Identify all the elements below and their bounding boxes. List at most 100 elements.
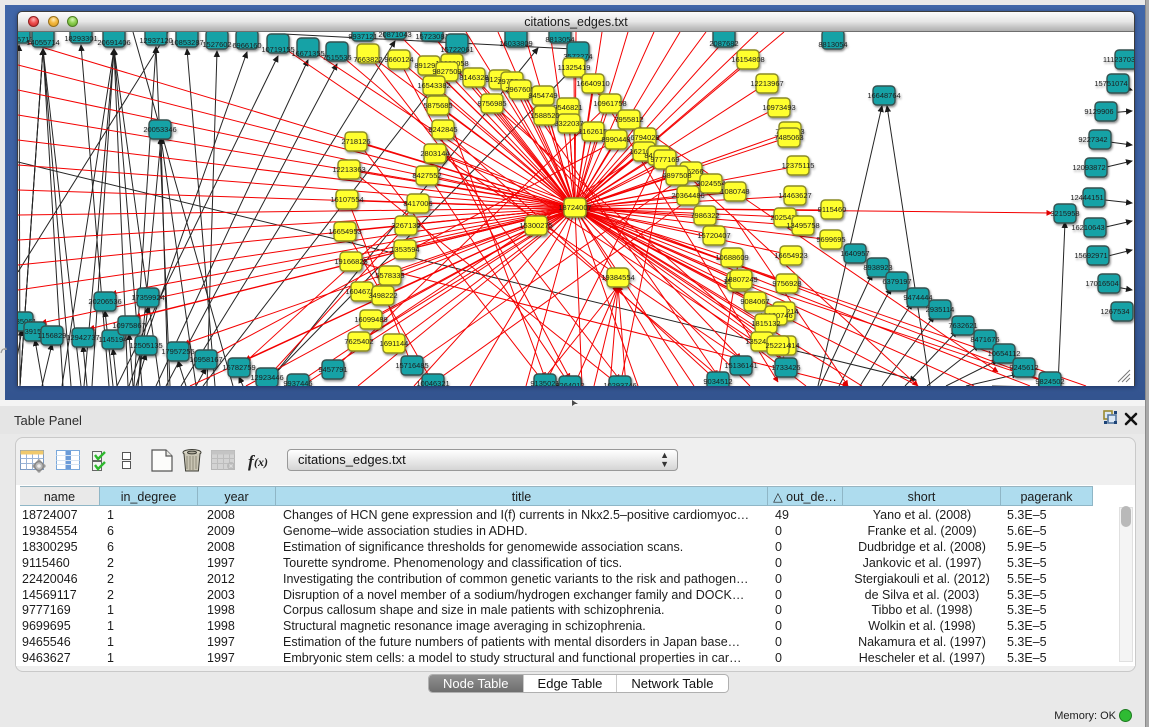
svg-text:9084067: 9084067	[740, 297, 769, 306]
svg-text:9827509: 9827509	[432, 67, 461, 76]
svg-text:9457791: 9457791	[318, 365, 347, 374]
svg-text:16640910: 16640910	[576, 79, 609, 88]
svg-text:12213363: 12213363	[332, 165, 365, 174]
svg-text:14463627: 14463627	[778, 191, 811, 200]
svg-text:6794028: 6794028	[630, 133, 659, 142]
svg-text:3215958: 3215958	[1050, 209, 1079, 218]
svg-text:18724007: 18724007	[558, 203, 591, 212]
svg-text:15722061: 15722061	[440, 45, 473, 54]
svg-text:8471676: 8471676	[970, 335, 999, 344]
svg-text:1156829: 1156829	[38, 331, 67, 340]
svg-text:7515536: 7515536	[322, 53, 351, 62]
svg-text:16671355: 16671355	[291, 49, 324, 58]
svg-text:16543382: 16543382	[417, 81, 450, 90]
svg-text:7986322: 7986322	[690, 211, 719, 220]
svg-text:16648764: 16648764	[867, 91, 900, 100]
svg-text:9242845: 9242845	[428, 125, 457, 134]
svg-text:20691406: 20691406	[97, 38, 130, 47]
svg-text:8146328: 8146328	[459, 73, 488, 82]
svg-text:18293301: 18293301	[64, 34, 97, 43]
svg-text:5875685: 5875685	[423, 101, 452, 110]
svg-text:9937121: 9937121	[348, 32, 377, 41]
svg-text:(x): (x)	[254, 455, 268, 469]
svg-text:3267130: 3267130	[391, 221, 420, 230]
svg-text:11123703: 11123703	[1103, 55, 1134, 64]
svg-text:16107554: 16107554	[330, 195, 363, 204]
svg-text:16654923: 16654923	[774, 251, 807, 260]
svg-text:7485063: 7485063	[774, 133, 803, 142]
svg-text:7632621: 7632621	[948, 321, 977, 330]
svg-text:16033809: 16033809	[499, 39, 532, 48]
svg-text:12937120: 12937120	[139, 36, 172, 45]
svg-text:8454749: 8454749	[528, 91, 557, 100]
svg-text:9129906: 9129906	[1084, 107, 1113, 116]
svg-text:11325419: 11325419	[558, 63, 591, 72]
svg-text:19384554: 19384554	[601, 273, 634, 282]
svg-text:16154808: 16154808	[731, 55, 764, 64]
svg-text:9777169: 9777169	[650, 155, 679, 164]
svg-text:15720407: 15720407	[697, 231, 730, 240]
svg-text:7955812: 7955812	[614, 115, 643, 124]
svg-text:8813054: 8813054	[818, 40, 847, 49]
svg-text:14055714: 14055714	[26, 38, 59, 47]
svg-text:1640957: 1640957	[840, 249, 869, 258]
svg-text:2803144: 2803144	[420, 149, 449, 158]
svg-text:1145194: 1145194	[99, 335, 128, 344]
svg-text:12375115: 12375115	[782, 161, 815, 170]
svg-text:1691144: 1691144	[380, 339, 409, 348]
svg-text:10293746: 10293746	[603, 381, 636, 386]
svg-text:8756985: 8756985	[477, 99, 506, 108]
svg-text:2718126: 2718126	[341, 137, 370, 146]
svg-text:3498222: 3498222	[368, 291, 397, 300]
svg-text:15751074: 15751074	[1094, 79, 1127, 88]
svg-text:10654112: 10654112	[988, 349, 1021, 358]
svg-text:6897508: 6897508	[662, 171, 691, 180]
svg-text:15716485: 15716485	[395, 361, 428, 370]
svg-text:12093872: 12093872	[1072, 163, 1105, 172]
svg-text:17016504: 17016504	[1085, 279, 1118, 288]
svg-text:8417006: 8417006	[403, 199, 432, 208]
svg-text:7663822: 7663822	[353, 55, 382, 64]
svg-text:10688609: 10688609	[715, 253, 748, 262]
svg-text:10973493: 10973493	[762, 103, 795, 112]
svg-text:9660124: 9660124	[384, 55, 413, 64]
svg-text:1353594: 1353594	[390, 245, 419, 254]
svg-text:8938923: 8938923	[863, 263, 892, 272]
svg-text:1267534: 1267534	[1100, 307, 1129, 316]
svg-text:9034512: 9034512	[703, 377, 732, 386]
svg-text:13495758: 13495758	[786, 221, 819, 230]
svg-text:18807249: 18807249	[724, 275, 757, 284]
svg-text:10853287: 10853287	[170, 38, 203, 47]
svg-text:12923446: 12923446	[250, 373, 283, 382]
svg-text:16782759: 16782759	[222, 363, 255, 372]
svg-text:9699695: 9699695	[816, 235, 845, 244]
svg-text:10958167: 10958167	[189, 355, 222, 364]
svg-text:9115460: 9115460	[818, 205, 847, 214]
svg-text:12505135: 12505135	[129, 341, 162, 350]
svg-text:15300275: 15300275	[519, 221, 552, 230]
svg-text:9756928: 9756928	[772, 279, 801, 288]
svg-text:9937446: 9937446	[283, 379, 312, 386]
svg-text:20053346: 20053346	[143, 125, 176, 134]
svg-text:1527602: 1527602	[202, 40, 231, 49]
svg-text:16210643: 16210643	[1071, 223, 1104, 232]
svg-text:9474444: 9474444	[903, 293, 932, 302]
svg-text:8990448: 8990448	[601, 135, 630, 144]
svg-text:7625402: 7625402	[344, 337, 373, 346]
svg-text:6379197: 6379197	[882, 277, 911, 286]
svg-text:15692971: 15692971	[1074, 251, 1107, 260]
svg-text:20206536: 20206536	[88, 297, 121, 306]
svg-text:1733426: 1733426	[771, 363, 800, 372]
svg-text:10046321: 10046321	[416, 379, 449, 386]
svg-text:15136141: 15136141	[724, 361, 757, 370]
svg-text:12444151: 12444151	[1070, 193, 1103, 202]
svg-text:1080748: 1080748	[720, 187, 749, 196]
svg-text:2087682: 2087682	[709, 39, 738, 48]
svg-text:9227342: 9227342	[1078, 135, 1107, 144]
svg-text:16099489: 16099489	[354, 315, 387, 324]
svg-text:19166825: 19166825	[334, 257, 367, 266]
svg-text:10975867: 10975867	[112, 321, 145, 330]
svg-text:15723081: 15723081	[415, 32, 448, 41]
svg-text:5578335: 5578335	[375, 271, 404, 280]
svg-text:10719155: 10719155	[261, 45, 294, 54]
